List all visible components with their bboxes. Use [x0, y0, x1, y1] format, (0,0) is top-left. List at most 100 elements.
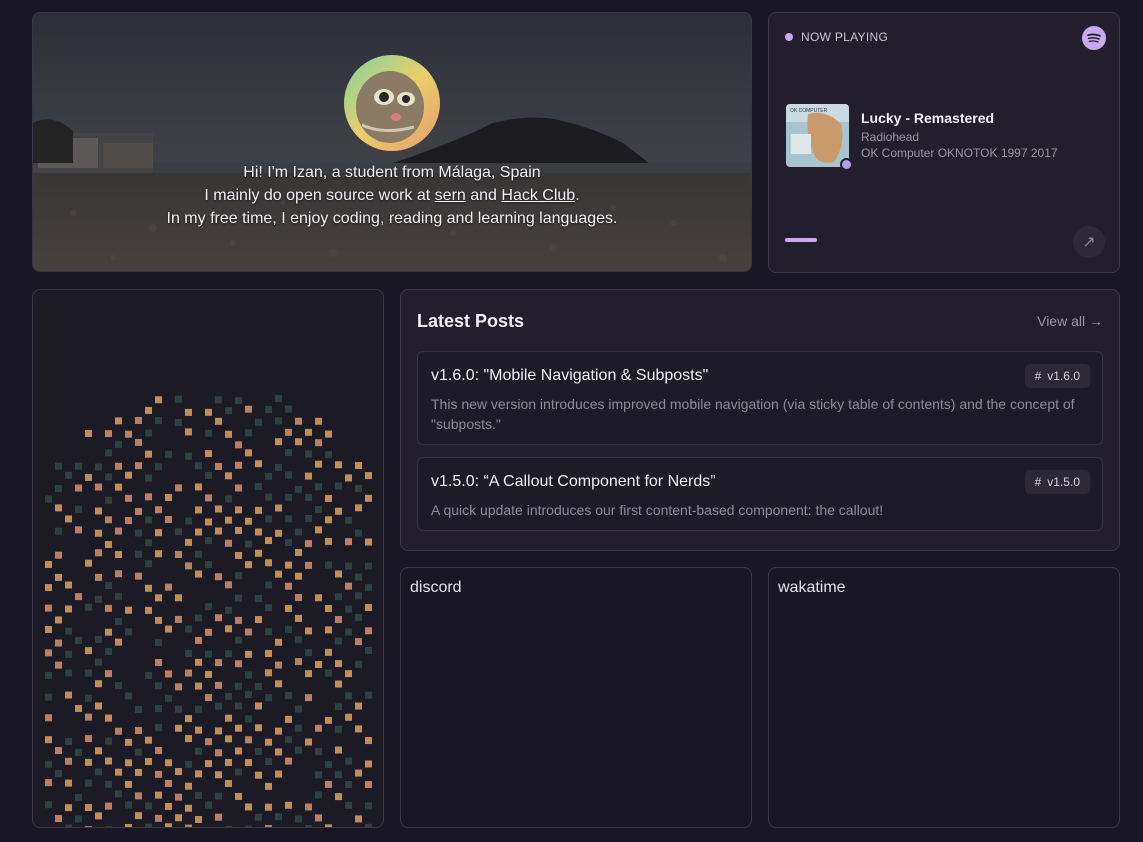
pattern-square: [145, 606, 152, 614]
pattern-square: [215, 573, 222, 581]
pattern-square: [105, 780, 112, 788]
pattern-square: [85, 647, 92, 655]
pattern-square: [125, 759, 132, 767]
pattern-square: [355, 462, 362, 470]
pattern-square: [325, 669, 332, 677]
pattern-square: [265, 694, 272, 702]
pattern-square: [205, 801, 212, 809]
pattern-square: [285, 582, 292, 590]
pattern-square: [155, 463, 162, 471]
arrow-up-right-icon: ↗: [1082, 234, 1096, 251]
pattern-square: [125, 738, 132, 746]
pattern-square: [95, 812, 102, 820]
pattern-square: [265, 825, 272, 827]
pattern-square: [275, 529, 282, 537]
pattern-square: [75, 748, 82, 756]
version-tag[interactable]: # v1.5.0: [1024, 470, 1090, 494]
pattern-square: [145, 802, 152, 810]
pattern-square: [115, 790, 122, 798]
pattern-square: [335, 746, 342, 754]
pattern-square: [45, 495, 52, 503]
pattern-square: [105, 449, 112, 457]
pattern-square: [195, 747, 202, 755]
pattern-square: [225, 692, 232, 700]
pattern-square: [345, 516, 352, 524]
pattern-square: [295, 705, 302, 713]
pattern-square: [195, 483, 202, 491]
pattern-square: [45, 604, 52, 612]
pattern-square: [305, 561, 312, 569]
pattern-square: [125, 430, 132, 438]
pattern-square: [65, 737, 72, 745]
post-title[interactable]: v1.5.0: “A Callout Component for Nerds”: [431, 473, 716, 491]
pattern-square: [65, 691, 72, 699]
pattern-square: [75, 593, 82, 601]
pattern-square: [175, 484, 182, 492]
pattern-square: [185, 735, 192, 743]
pattern-square: [355, 614, 362, 622]
pattern-square: [325, 626, 332, 634]
pattern-square: [235, 461, 242, 469]
pattern-square: [355, 769, 362, 777]
pattern-square: [155, 682, 162, 690]
pattern-square: [235, 572, 242, 580]
pattern-square: [195, 705, 202, 713]
track-album[interactable]: OK Computer OKNOTOK 1997 2017: [861, 146, 1058, 160]
pattern-square: [155, 770, 162, 778]
sern-link[interactable]: sern: [435, 187, 466, 204]
pattern-square: [295, 724, 302, 732]
pattern-square: [45, 714, 52, 722]
pattern-square: [295, 594, 302, 602]
pattern-square: [205, 694, 212, 702]
track-title[interactable]: Lucky - Remastered: [861, 110, 994, 126]
pattern-square: [255, 683, 262, 691]
pattern-square: [45, 779, 52, 787]
pattern-square: [145, 493, 152, 501]
post-item[interactable]: v1.5.0: “A Callout Component for Nerds” …: [417, 457, 1103, 531]
post-item[interactable]: v1.6.0: "Mobile Navigation & Subposts" #…: [417, 351, 1103, 445]
open-in-spotify-button[interactable]: ↗: [1073, 226, 1105, 258]
pattern-square: [275, 748, 282, 756]
pattern-square: [55, 462, 62, 470]
pattern-square: [195, 528, 202, 536]
version-tag[interactable]: # v1.6.0: [1024, 364, 1090, 388]
pattern-square: [255, 506, 262, 514]
pattern-square: [205, 494, 212, 502]
pattern-square: [125, 628, 132, 636]
pattern-square: [145, 429, 152, 437]
discord-widget-label: discord: [410, 579, 462, 596]
pattern-square: [275, 727, 282, 735]
pattern-square: [95, 702, 102, 710]
pattern-square: [85, 669, 92, 677]
pattern-square: [355, 638, 362, 646]
album-cover[interactable]: OK COMPUTER: [786, 104, 853, 171]
pattern-square: [235, 616, 242, 624]
hack-club-link[interactable]: Hack Club: [501, 187, 575, 204]
pattern-square: [355, 815, 362, 823]
pattern-square: [275, 638, 282, 646]
pattern-square: [85, 735, 92, 743]
pattern-square: [105, 714, 112, 722]
pattern-square: [165, 493, 172, 501]
view-all-link[interactable]: View all →: [1037, 313, 1103, 329]
pattern-square: [185, 715, 192, 723]
pattern-square: [255, 724, 262, 732]
pattern-square: [315, 483, 322, 491]
pattern-square: [125, 517, 132, 525]
pattern-square: [115, 592, 122, 600]
pattern-square: [335, 593, 342, 601]
spotify-icon[interactable]: [1082, 26, 1106, 50]
pattern-square: [345, 538, 352, 546]
pattern-square: [285, 715, 292, 723]
pattern-square: [65, 471, 72, 479]
post-title[interactable]: v1.6.0: "Mobile Navigation & Subposts": [431, 367, 708, 385]
pattern-square: [335, 637, 342, 645]
pattern-square: [245, 449, 252, 457]
pattern-square: [275, 417, 282, 425]
track-artist[interactable]: Radiohead: [861, 130, 919, 144]
pattern-square: [365, 691, 372, 699]
pattern-square: [305, 803, 312, 811]
latest-posts-card: Latest Posts View all → v1.6.0: "Mobile …: [400, 289, 1120, 551]
pattern-square: [105, 647, 112, 655]
pattern-square: [65, 650, 72, 658]
